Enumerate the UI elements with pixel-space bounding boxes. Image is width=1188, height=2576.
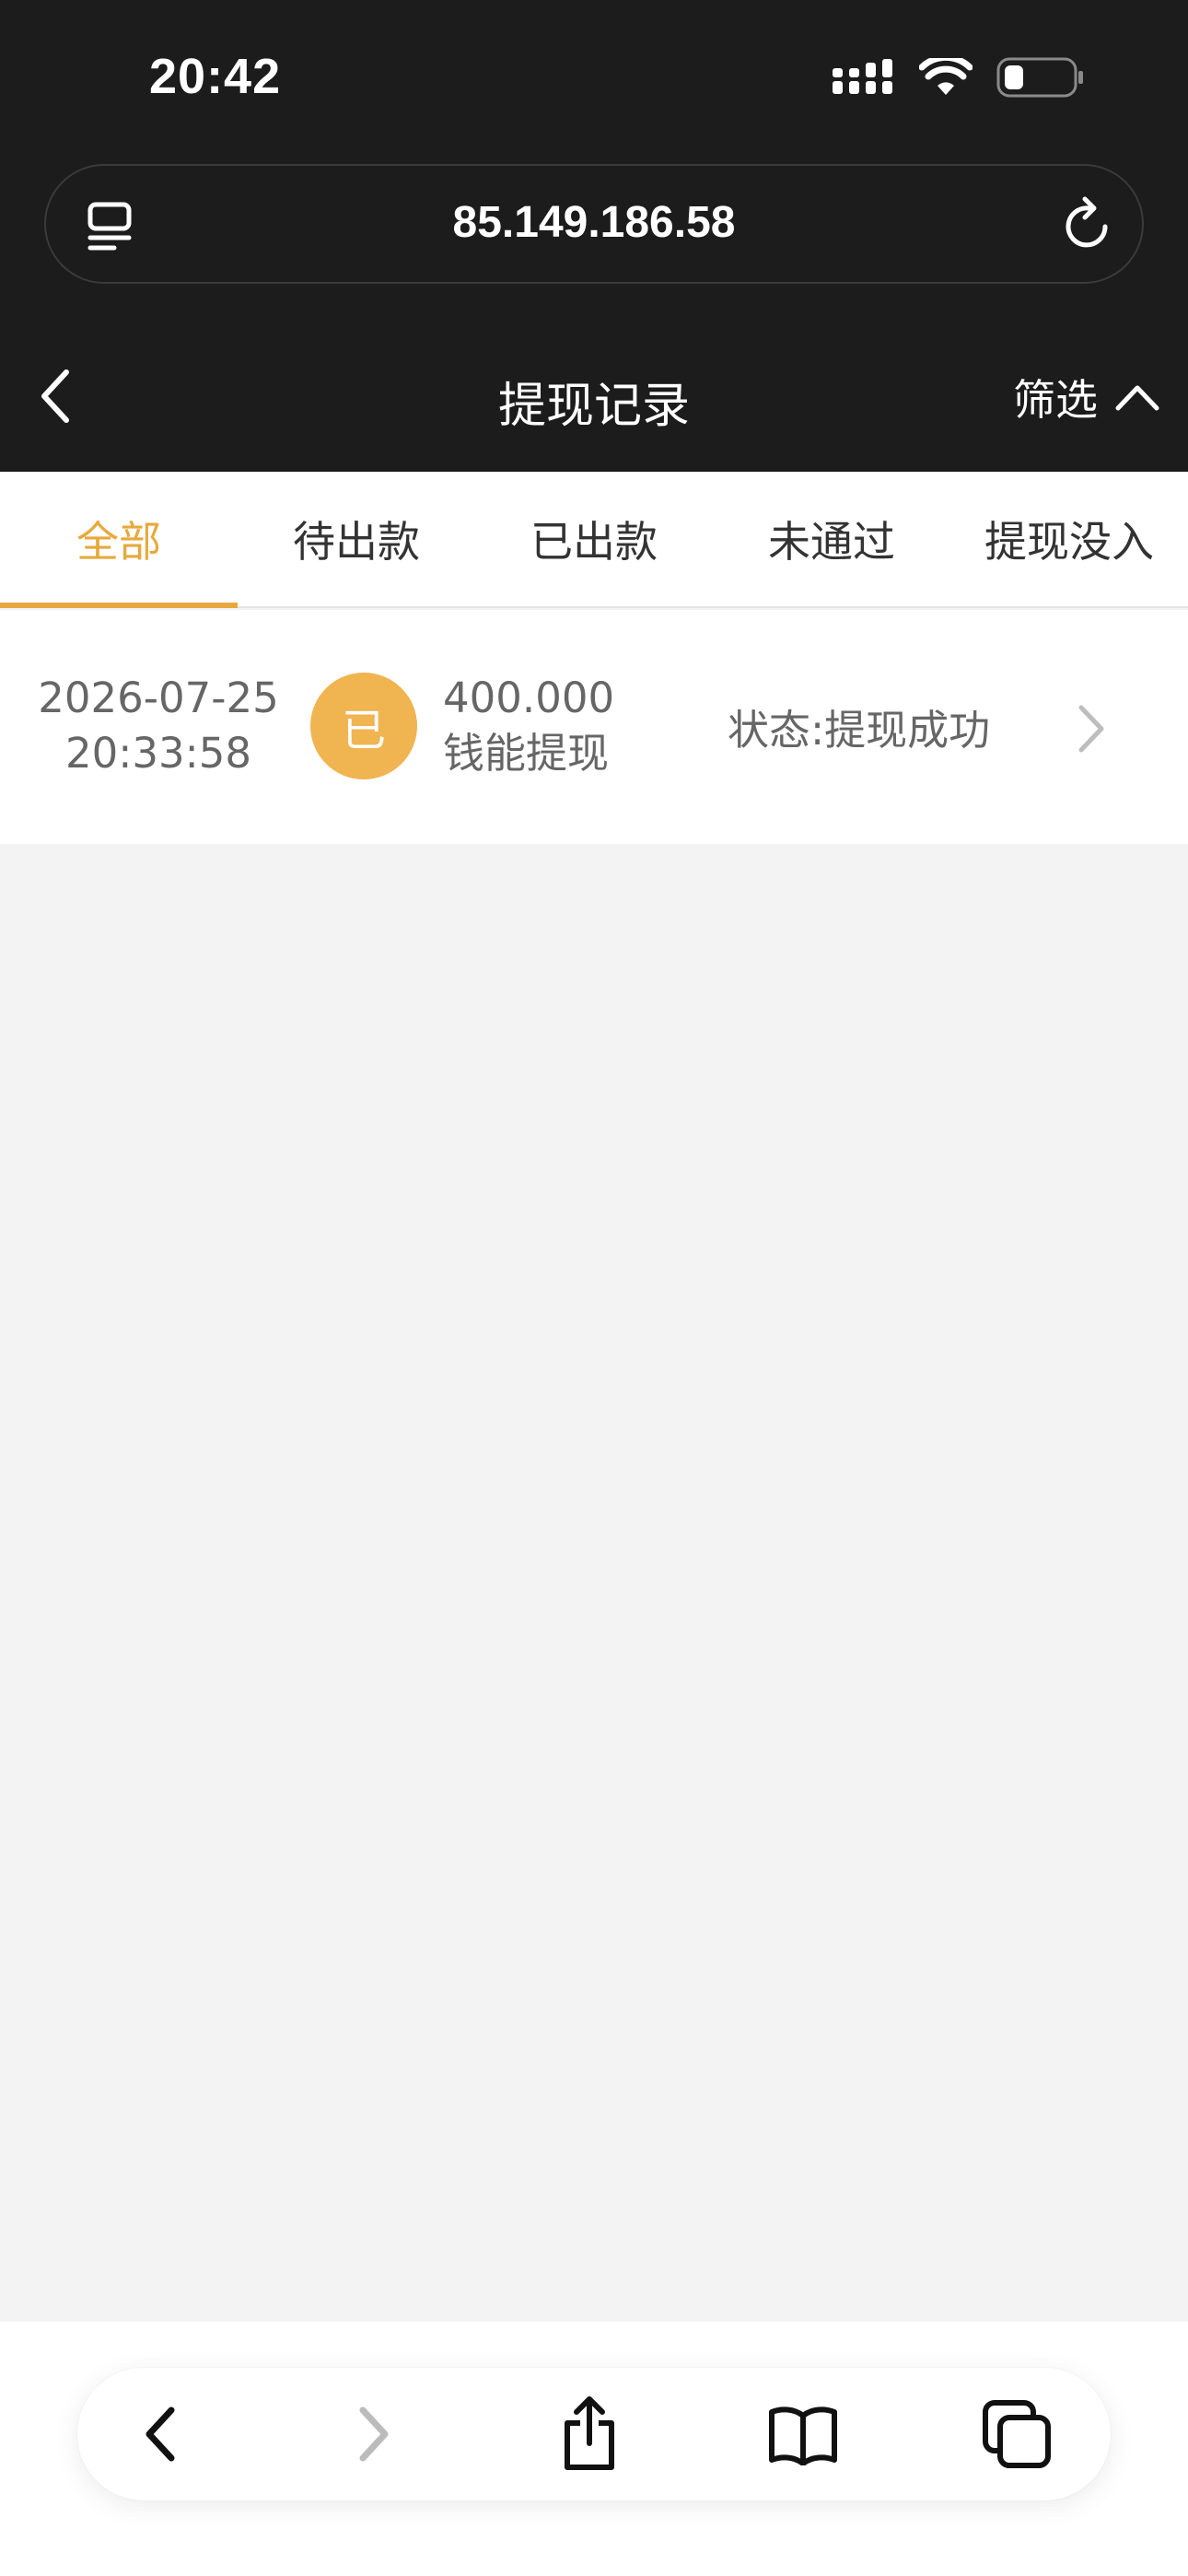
browser-toolbar	[0, 2322, 1188, 2576]
address-bar[interactable]: 85.149.186.58	[44, 164, 1144, 284]
status-value: 提现成功	[824, 706, 991, 755]
reload-icon[interactable]	[1061, 195, 1116, 258]
page-title: 提现记录	[497, 379, 690, 434]
tab-label: 提现没入	[984, 517, 1154, 567]
bookmarks-button[interactable]	[764, 2395, 842, 2473]
browser-forward-button[interactable]	[335, 2395, 413, 2473]
tab-paid[interactable]: 已出款	[475, 472, 713, 606]
share-button[interactable]	[551, 2395, 628, 2473]
status-tabs: 全部 待出款 已出款 未通过 提现没入	[0, 472, 1188, 608]
status-icons	[833, 53, 1085, 101]
tab-label: 待出款	[293, 517, 420, 567]
status-badge: 已	[310, 673, 417, 779]
tabs-icon	[983, 2400, 1051, 2468]
tab-pending[interactable]: 待出款	[238, 472, 475, 606]
status-label: 状态:	[728, 706, 825, 755]
record-time: 20:33:58	[64, 729, 252, 778]
chevron-right-icon	[1076, 704, 1107, 757]
wifi-icon	[918, 53, 973, 100]
browser-back-button[interactable]	[122, 2395, 199, 2473]
record-date: 2026-07-25	[38, 673, 279, 722]
tab-all[interactable]: 全部	[0, 472, 238, 608]
forward-arrow-icon	[359, 2406, 389, 2462]
active-tab-indicator	[0, 603, 238, 608]
tab-label: 未通过	[768, 517, 895, 567]
share-icon	[565, 2396, 614, 2470]
tab-not-credited[interactable]: 提现没入	[950, 472, 1188, 606]
tab-label: 全部	[76, 517, 161, 567]
battery-icon	[996, 57, 1085, 101]
record-amount: 400.000	[443, 673, 615, 722]
list-item[interactable]: 2026-07-25 20:33:58 已 400.000 钱能提现 状态:提现…	[0, 610, 1188, 844]
record-datetime: 2026-07-25 20:33:58	[24, 671, 293, 781]
tabs-button[interactable]	[978, 2395, 1055, 2473]
toolbar-pill	[77, 2368, 1111, 2500]
record-amount-block: 400.000 钱能提现	[443, 671, 614, 781]
tab-rejected[interactable]: 未通过	[713, 472, 950, 606]
top-header: 20:42 85.149.186.58 提现记录 筛选	[0, 0, 1188, 472]
url-text[interactable]: 85.149.186.58	[46, 197, 1142, 248]
chevron-up-icon	[1114, 372, 1160, 422]
back-arrow-icon	[146, 2406, 175, 2462]
bookmarks-icon	[769, 2406, 837, 2465]
filter-button[interactable]: 筛选	[1013, 367, 1160, 427]
filter-label: 筛选	[1013, 375, 1098, 425]
status-time: 20:42	[149, 49, 282, 104]
cellular-signal-icon	[833, 59, 895, 100]
record-status: 状态:提现成功	[728, 697, 990, 756]
record-type: 钱能提现	[443, 729, 610, 778]
tab-label: 已出款	[530, 517, 658, 567]
